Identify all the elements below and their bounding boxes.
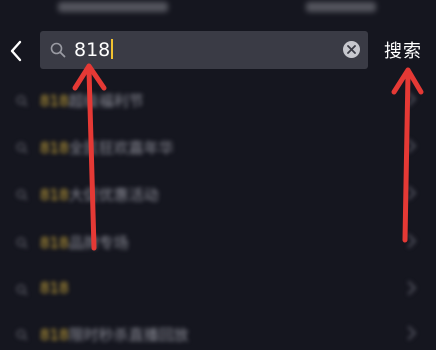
search-input-value[interactable]: 818 — [74, 38, 114, 62]
suggestion-highlight: 818 — [40, 326, 69, 344]
search-icon — [16, 142, 28, 154]
search-icon — [16, 329, 28, 341]
arrow-icon — [401, 233, 417, 249]
suggestion-highlight: 818 — [40, 186, 69, 204]
suggestion-rest: 大促优惠活动 — [68, 186, 159, 204]
status-bar — [0, 0, 436, 22]
suggestion-item[interactable]: 818全民狂欢嘉年华 — [0, 133, 436, 163]
suggestion-item[interactable]: 818超级福利节 — [0, 86, 436, 116]
suggestion-highlight: 818 — [40, 234, 69, 252]
suggestion-text: 818全民狂欢嘉年华 — [40, 137, 174, 158]
arrow-icon — [401, 325, 417, 341]
search-button[interactable]: 搜索 — [384, 37, 422, 63]
suggestion-highlight: 818 — [40, 139, 69, 157]
arrow-icon — [401, 91, 417, 107]
suggestion-list: 818超级福利节 818全民狂欢嘉年华 818大促优惠活动 818品牌专场 81… — [0, 82, 436, 344]
suggestion-item[interactable]: 818限时秒杀直播回放 — [0, 320, 436, 350]
suggestion-rest: 全民狂欢嘉年华 — [68, 139, 174, 157]
search-icon — [16, 95, 28, 107]
suggestion-rest: 品牌专场 — [68, 234, 129, 252]
clear-icon — [347, 45, 356, 54]
arrow-icon — [401, 185, 417, 201]
search-icon — [16, 284, 28, 296]
suggestion-text: 818限时秒杀直播回放 — [40, 324, 189, 345]
search-icon — [16, 189, 28, 201]
clear-button[interactable] — [343, 41, 360, 58]
suggestion-item[interactable]: 818 — [0, 275, 436, 305]
suggestion-text: 818品牌专场 — [40, 232, 129, 253]
search-icon — [50, 42, 66, 58]
suggestion-text: 818超级福利节 — [40, 90, 144, 111]
suggestion-rest: 限时秒杀直播回放 — [68, 326, 189, 344]
search-input[interactable]: 818 — [40, 31, 368, 69]
suggestion-highlight: 818 — [40, 279, 69, 297]
suggestion-item[interactable]: 818品牌专场 — [0, 228, 436, 258]
arrow-icon — [401, 138, 417, 154]
text-caret — [111, 39, 114, 59]
back-chevron-icon — [10, 40, 22, 62]
back-button[interactable] — [4, 36, 28, 66]
search-value-text: 818 — [74, 39, 111, 61]
status-bar-right — [306, 2, 376, 12]
search-icon — [16, 237, 28, 249]
suggestion-rest: 超级福利节 — [68, 92, 144, 110]
suggestion-highlight: 818 — [40, 92, 69, 110]
suggestion-text: 818 — [40, 279, 69, 297]
arrow-icon — [401, 280, 417, 296]
suggestion-item[interactable]: 818大促优惠活动 — [0, 180, 436, 210]
status-bar-left — [58, 2, 168, 12]
suggestion-text: 818大促优惠活动 — [40, 184, 159, 205]
